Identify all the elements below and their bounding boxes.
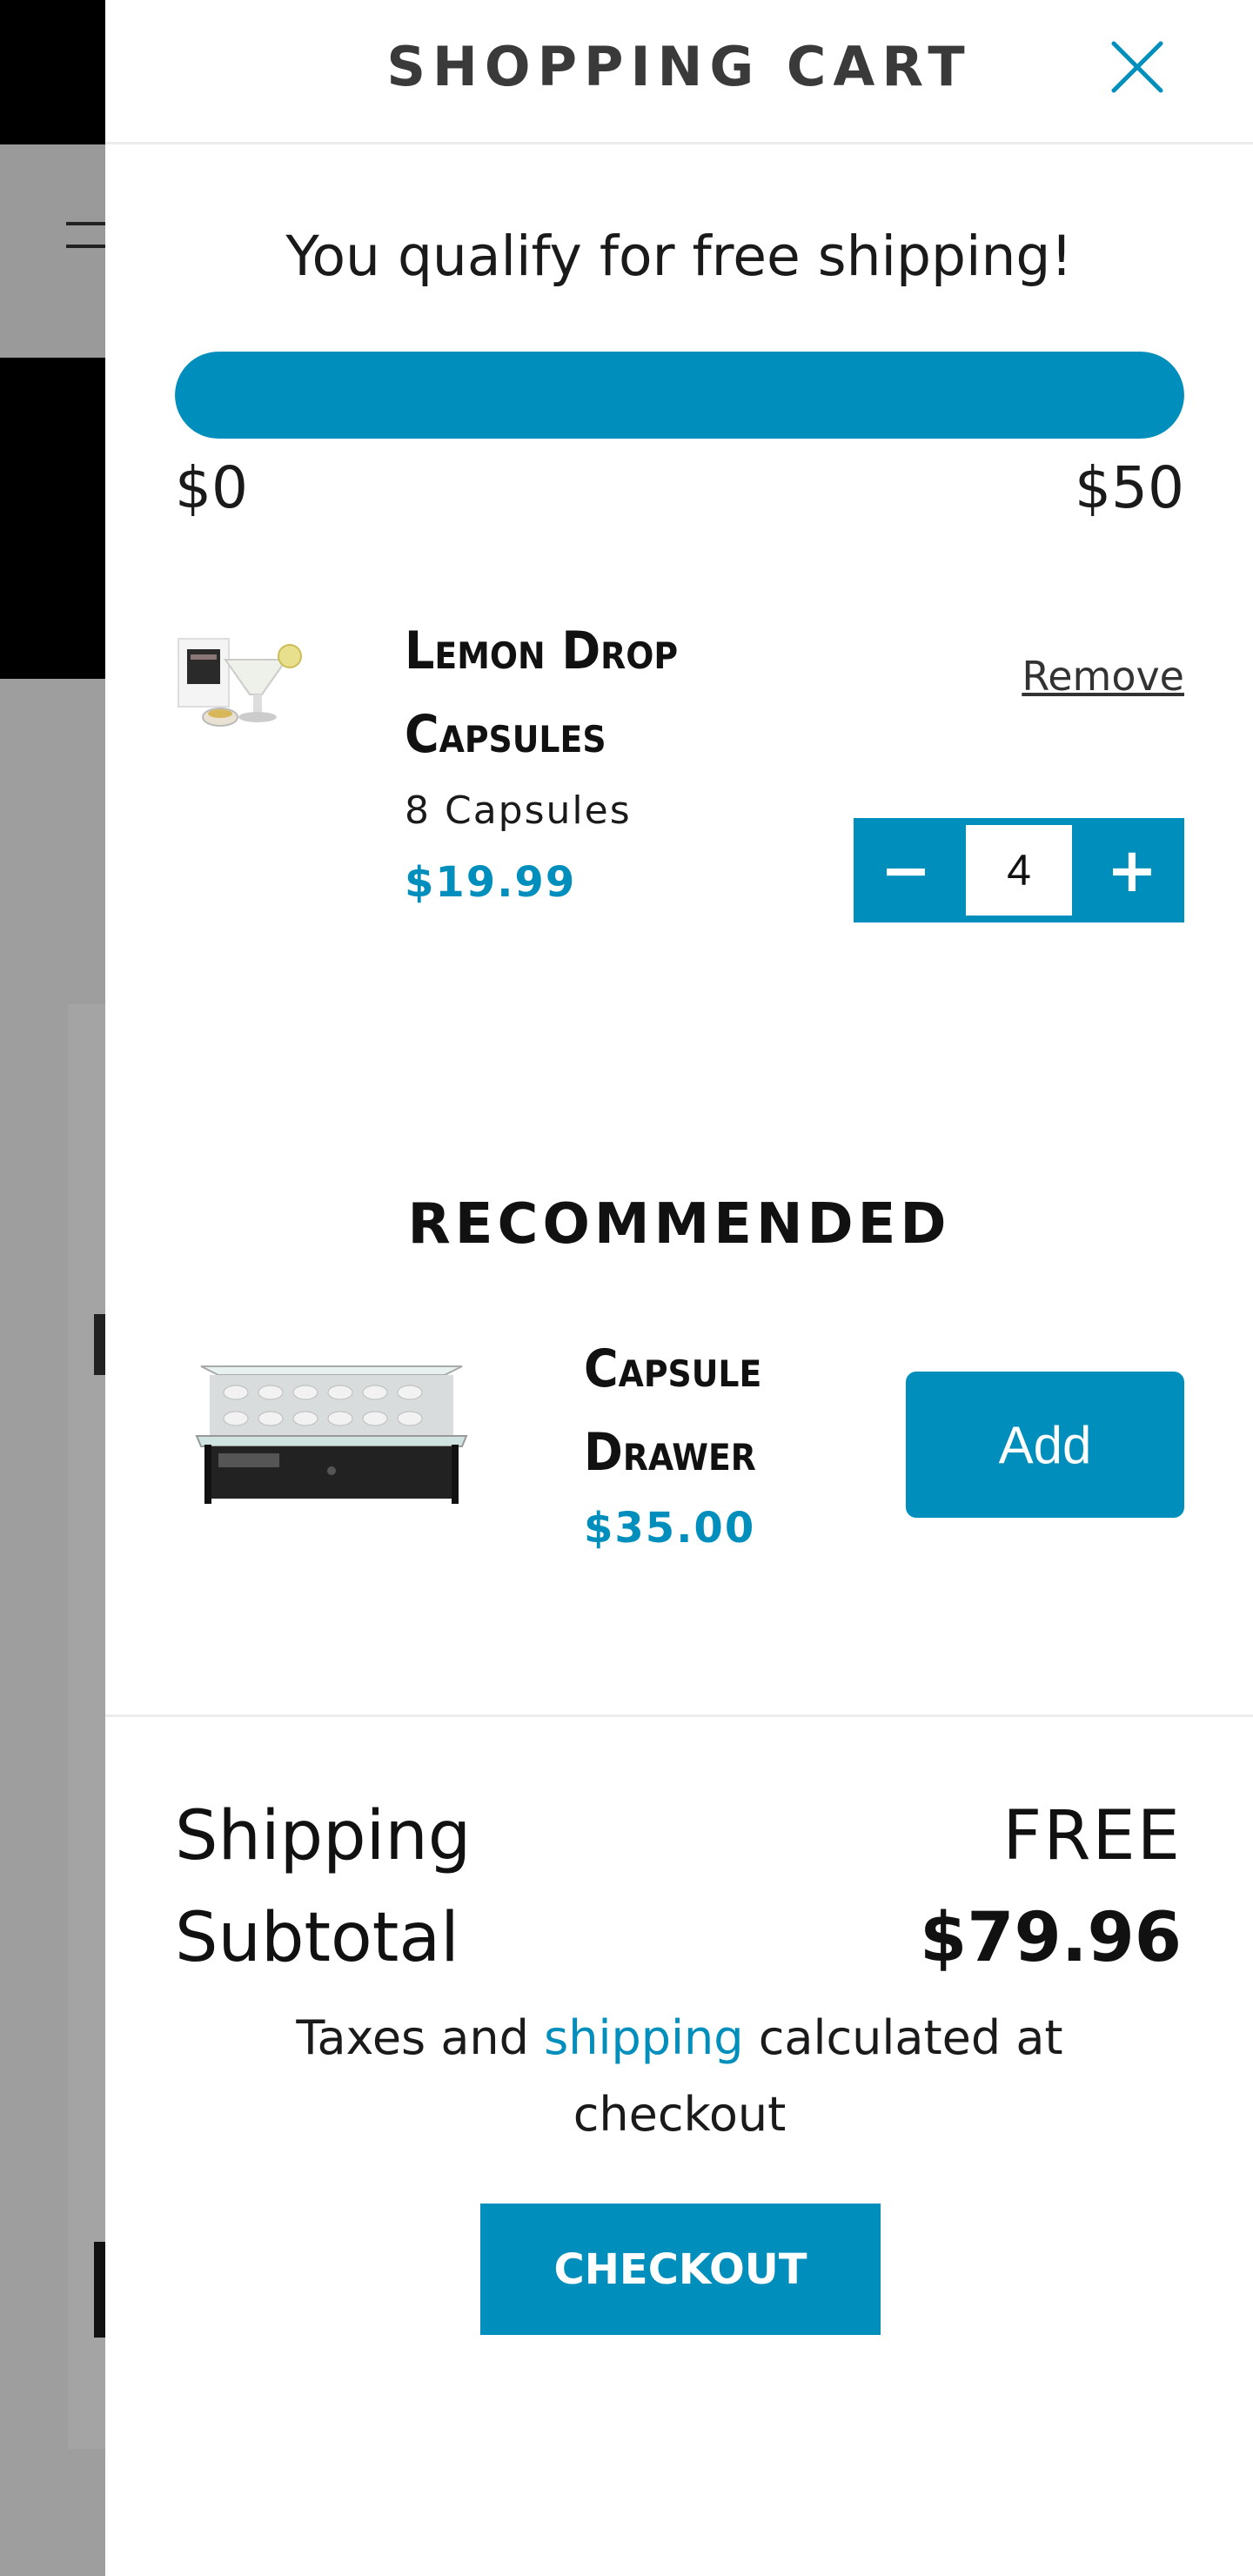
shipping-label: Shipping [175, 1797, 472, 1875]
cart-item-name[interactable]: Lemon Drop Capsules [405, 609, 735, 776]
tax-note: Taxes and shipping calculated at checkou… [253, 2000, 1106, 2153]
decrease-quantity-button[interactable]: − [854, 818, 958, 922]
menu-icon [66, 222, 105, 283]
progress-fill [175, 352, 1184, 439]
checkout-button[interactable]: CHECKOUT [480, 2204, 881, 2335]
subtotal-label: Subtotal [175, 1899, 459, 1977]
remove-item-link[interactable]: Remove [1022, 653, 1184, 700]
recommended-product-image [184, 1340, 479, 1514]
cart-item-price: $19.99 [405, 858, 577, 907]
progress-max-label: $50 [1075, 454, 1184, 521]
cart-drawer: SHOPPING CART You qualify for free shipp… [105, 0, 1253, 2576]
quantity-input[interactable]: 4 [966, 825, 1072, 916]
cart-header: SHOPPING CART [105, 0, 1253, 144]
cart-title: SHOPPING CART [386, 35, 972, 98]
background-detail [94, 1314, 105, 1375]
background-banner [0, 358, 105, 679]
tax-note-text: Taxes and [296, 2010, 545, 2065]
close-icon[interactable] [1109, 38, 1166, 96]
recommended-heading: RECOMMENDED [407, 1192, 951, 1257]
progress-min-label: $0 [175, 454, 248, 521]
increase-quantity-button[interactable]: + [1080, 818, 1184, 922]
add-recommended-button[interactable]: Add [906, 1372, 1184, 1518]
quantity-stepper: − 4 + [854, 818, 1184, 922]
recommended-product-name[interactable]: Capsule Drawer [584, 1327, 845, 1494]
product-image [175, 614, 314, 745]
free-shipping-message: You qualify for free shipping! [285, 225, 1073, 288]
subtotal-value: $79.96 [920, 1899, 1182, 1977]
recommended-product-price: $35.00 [584, 1504, 756, 1553]
free-shipping-progress-bar [175, 352, 1184, 439]
divider [105, 1714, 1253, 1717]
shipping-policy-link[interactable]: shipping [544, 2010, 743, 2065]
background-header [0, 0, 105, 144]
cart-item-variant: 8 Capsules [405, 788, 632, 833]
shipping-value: FREE [1002, 1797, 1182, 1875]
background-content [68, 1004, 105, 2449]
background-detail [94, 2242, 105, 2338]
